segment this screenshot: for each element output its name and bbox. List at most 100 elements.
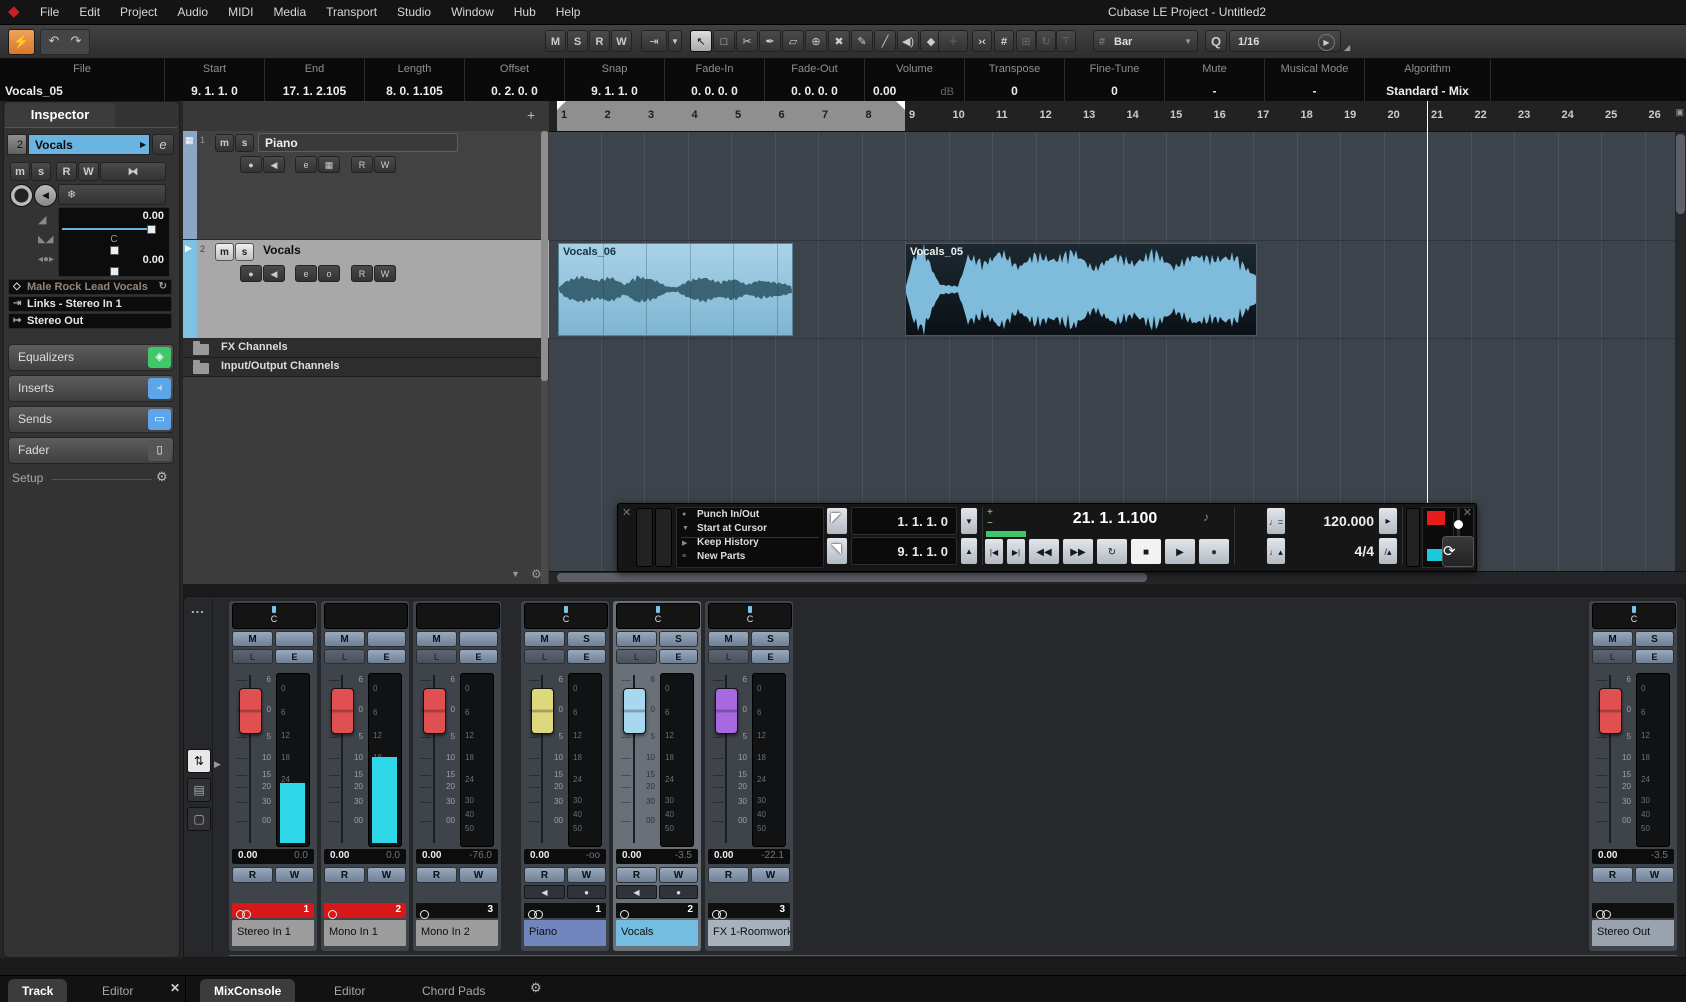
erase-tool[interactable]: ▱	[782, 30, 804, 52]
tempo-track-button[interactable]: ▸	[1378, 507, 1398, 535]
channel-routing[interactable]: 3	[416, 903, 498, 918]
grid-type-dropdown[interactable]: #Bar▼	[1093, 30, 1198, 52]
transport-menu-item[interactable]: ▶Keep History	[677, 537, 823, 551]
channel-read-button[interactable]: R	[324, 867, 365, 883]
channel-strip-vocals[interactable]: CMSLE6051015203000061218243040500.00-3.5…	[613, 601, 701, 951]
channel-name[interactable]: Vocals	[616, 920, 698, 946]
autoscroll-dropdown[interactable]: ▼	[668, 30, 682, 52]
draw-tool[interactable]: ✎	[851, 30, 873, 52]
audio-event-vocals-05[interactable]: Vocals_05	[905, 243, 1257, 336]
track-read-button[interactable]: R	[351, 265, 373, 282]
channel-mute-button[interactable]: M	[416, 631, 457, 647]
channel-edit-button[interactable]: E	[367, 649, 406, 664]
pan-handle[interactable]	[110, 246, 119, 255]
fader-handle[interactable]	[239, 688, 262, 734]
track-solo-button[interactable]: s	[235, 243, 254, 261]
info-field-volume[interactable]: Volume0.00dB	[865, 59, 965, 101]
track-name-field[interactable]: Vocals	[28, 134, 150, 155]
track-mute-button[interactable]: m	[215, 134, 234, 152]
channel-edit-button[interactable]: E	[275, 649, 314, 664]
channel-write-button[interactable]: W	[1635, 867, 1674, 883]
lightning-button[interactable]: ⚡	[8, 29, 35, 55]
close-icon[interactable]: ✕	[622, 506, 631, 519]
channel-name[interactable]: Mono In 1	[324, 920, 406, 946]
split-tool[interactable]: ✂	[736, 30, 758, 52]
info-field-start[interactable]: Start9. 1. 1. 0	[165, 59, 265, 101]
track-piano[interactable]: ▦1msPiano●◀e▦RW	[183, 131, 549, 240]
drag-strip[interactable]	[655, 508, 672, 567]
track-instrument-button[interactable]: ▦	[318, 156, 340, 173]
zoom-preset-arrow-icon[interactable]: ▼	[511, 569, 520, 579]
channel-write-button[interactable]: W	[751, 867, 790, 883]
channel-mute-button[interactable]: M	[1592, 631, 1633, 647]
section-equalizers[interactable]: Equalizers◈	[8, 344, 174, 371]
fader-value[interactable]: 0.00	[238, 850, 257, 861]
channel-monitor-button[interactable]: ◀	[616, 885, 657, 899]
record-arm-button[interactable]	[10, 184, 33, 207]
setup-gear-icon[interactable]: ⚙	[156, 469, 168, 485]
channel-write-button[interactable]: W	[367, 867, 406, 883]
menu-transport[interactable]: Transport	[316, 0, 387, 24]
channel-edit-button[interactable]: E	[751, 649, 790, 664]
pan-control[interactable]: C	[616, 603, 700, 629]
channel-mute-button[interactable]: M	[324, 631, 365, 647]
info-field-snap[interactable]: Snap9. 1. 1. 0	[565, 59, 665, 101]
info-field-musical-mode[interactable]: Musical Mode-	[1265, 59, 1365, 101]
input-routing-row[interactable]: ⇥Links - Stereo In 1	[8, 296, 172, 312]
channel-edit-button[interactable]: E	[459, 649, 498, 664]
channel-record-button[interactable]: ●	[659, 885, 698, 899]
channel-listen-button[interactable]: L	[232, 649, 273, 664]
cycle-button[interactable]: ↻	[1096, 538, 1128, 565]
transport-menu-item[interactable]: ≡New Parts	[677, 551, 823, 565]
info-field-algorithm[interactable]: AlgorithmStandard - Mix	[1365, 59, 1491, 101]
fader-value[interactable]: 0.00	[330, 850, 349, 861]
menu-edit[interactable]: Edit	[69, 0, 110, 24]
channel-name[interactable]: Piano	[524, 920, 606, 946]
fader-handle[interactable]	[1599, 688, 1622, 734]
channel-listen-button[interactable]: L	[1592, 649, 1633, 664]
track-record-button[interactable]: ●	[240, 156, 262, 173]
channel-mute-button[interactable]: M	[708, 631, 749, 647]
goto-right-locator-button[interactable]: ▲	[960, 537, 978, 565]
zoom-tool[interactable]: ⊕	[805, 30, 827, 52]
reload-icon[interactable]: ↻	[159, 281, 167, 292]
channel-solo-button[interactable]: S	[1635, 631, 1674, 647]
fader-value[interactable]: 0.00	[530, 850, 549, 861]
fader-handle[interactable]	[623, 688, 646, 734]
iterative-button[interactable]: ↻	[1036, 30, 1056, 52]
track-vocals[interactable]: ▶2msVocals●◀eoRW	[183, 240, 549, 339]
channel-routing[interactable]: 2	[324, 903, 406, 918]
sync-button[interactable]: ⟳	[1442, 536, 1474, 567]
channel-edit-button[interactable]: E	[567, 649, 606, 664]
snap-zero-crossing-button[interactable]: ＋	[938, 30, 968, 52]
goto-start-button[interactable]: |◀	[984, 538, 1004, 565]
autoscroll-button[interactable]: ⇥	[641, 30, 667, 52]
tab-track[interactable]: Track	[8, 979, 67, 1002]
fader-handle[interactable]	[715, 688, 738, 734]
inspector-tab[interactable]: Inspector	[5, 103, 115, 128]
channel-read-button[interactable]: R	[524, 867, 565, 883]
channel-listen-button[interactable]: L	[524, 649, 565, 664]
tracklist-scroll-thumb[interactable]	[541, 131, 548, 381]
bypass-button[interactable]: ⧓	[100, 162, 166, 181]
channel-solo-button[interactable]: S	[567, 631, 606, 647]
volume-slider[interactable]	[62, 228, 150, 230]
grid-button[interactable]: #	[994, 30, 1014, 52]
goto-left-locator-button[interactable]: ▼	[960, 507, 978, 535]
record-tr-button[interactable]: ●	[1198, 538, 1230, 565]
crossfade-button[interactable]: ⊤	[1056, 30, 1076, 52]
close-icon[interactable]: ✕	[170, 981, 180, 995]
read-button[interactable]: R	[56, 162, 77, 181]
metronome-icon-button[interactable]: ♩▴	[1266, 537, 1286, 565]
drag-strip[interactable]	[636, 508, 653, 567]
info-field-fine-tune[interactable]: Fine-Tune0	[1065, 59, 1165, 101]
fader-handle[interactable]	[531, 688, 554, 734]
mute-button[interactable]: m	[10, 162, 30, 181]
channel-name[interactable]: FX 1-Roomwork	[708, 920, 790, 946]
menu-midi[interactable]: MIDI	[218, 0, 263, 24]
menu-help[interactable]: Help	[546, 0, 591, 24]
menu-media[interactable]: Media	[263, 0, 316, 24]
track-write-button[interactable]: W	[374, 156, 396, 173]
channel-routing[interactable]: 2	[616, 903, 698, 918]
racks-view-button[interactable]: ▤	[187, 778, 211, 802]
